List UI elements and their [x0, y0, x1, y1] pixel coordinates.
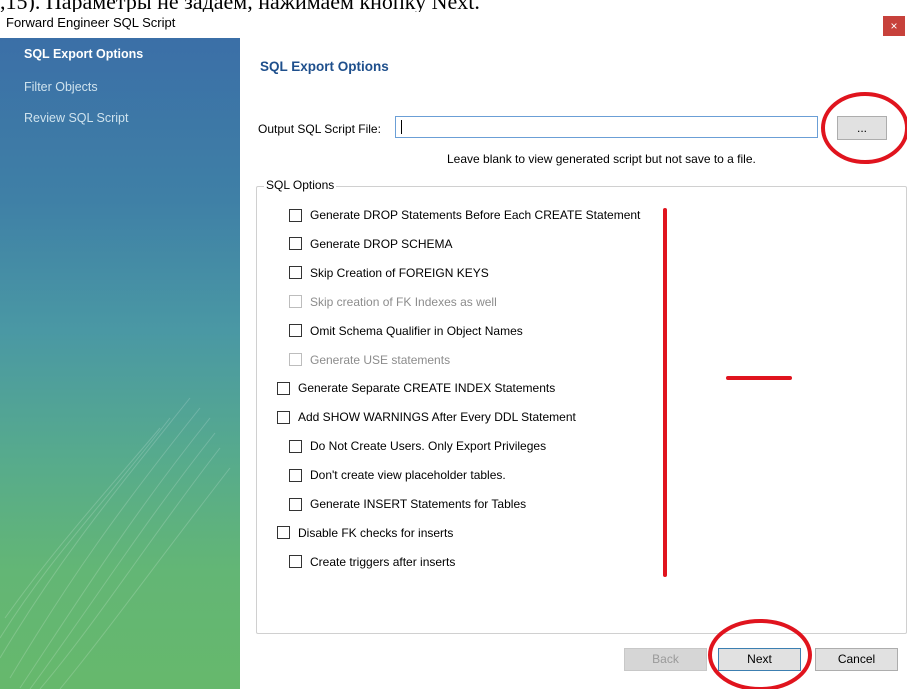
option-label: Omit Schema Qualifier in Object Names: [310, 323, 523, 338]
browse-button[interactable]: ...: [837, 116, 887, 140]
option-checkbox-row[interactable]: Generate DROP SCHEMA: [289, 237, 453, 251]
sql-options-legend: SQL Options: [264, 178, 337, 192]
option-label: Generate DROP SCHEMA: [310, 236, 453, 251]
checkbox: [289, 353, 302, 366]
option-checkbox-row[interactable]: Do Not Create Users. Only Export Privile…: [289, 439, 546, 453]
option-checkbox-row: Skip creation of FK Indexes as well: [289, 295, 497, 309]
option-checkbox-row: Generate USE statements: [289, 353, 450, 367]
window-titlebar: Forward Engineer SQL Script ×: [0, 12, 907, 38]
option-label: Create triggers after inserts: [310, 554, 456, 569]
option-label: Skip Creation of FOREIGN KEYS: [310, 265, 489, 280]
option-label: Add SHOW WARNINGS After Every DDL Statem…: [298, 410, 576, 425]
sidebar-item-sql-export-options[interactable]: SQL Export Options: [24, 47, 143, 61]
page-title: SQL Export Options: [260, 59, 389, 74]
close-icon: ×: [890, 19, 898, 33]
option-label: Generate INSERT Statements for Tables: [310, 497, 527, 511]
option-checkbox-row[interactable]: Add SHOW WARNINGS After Every DDL Statem…: [277, 410, 576, 424]
output-file-label: Output SQL Script File:: [258, 122, 381, 136]
option-checkbox-row[interactable]: Generate DROP Statements Before Each CRE…: [289, 208, 640, 222]
option-label: Disable FK checks for inserts: [298, 525, 454, 540]
checkbox[interactable]: [277, 381, 290, 395]
option-label: Generate USE statements: [310, 352, 451, 367]
back-button[interactable]: Back: [624, 648, 707, 671]
option-checkbox-row[interactable]: Omit Schema Qualifier in Object Names: [289, 324, 523, 338]
output-file-hint: Leave blank to view generated script but…: [447, 152, 756, 166]
sidebar-item-filter-objects[interactable]: Filter Objects: [24, 80, 98, 94]
checkbox[interactable]: [289, 497, 302, 511]
checkbox[interactable]: [289, 208, 302, 222]
option-checkbox-row[interactable]: Generate Separate CREATE INDEX Statement…: [277, 381, 555, 395]
option-checkbox-row[interactable]: Generate INSERT Statements for Tables: [289, 497, 526, 511]
sidebar-item-review-sql-script[interactable]: Review SQL Script: [24, 111, 128, 125]
window-title: Forward Engineer SQL Script: [6, 15, 176, 30]
option-checkbox-row[interactable]: Don't create view placeholder tables.: [289, 468, 506, 482]
option-checkbox-row[interactable]: Disable FK checks for inserts: [277, 526, 453, 540]
option-label: Do Not Create Users. Only Export Privile…: [310, 439, 547, 454]
close-button[interactable]: ×: [883, 16, 905, 36]
option-checkbox-row[interactable]: Create triggers after inserts: [289, 555, 455, 569]
option-label: Don't create view placeholder tables.: [310, 468, 506, 483]
checkbox[interactable]: [289, 237, 302, 251]
next-button[interactable]: Next: [718, 648, 801, 671]
wizard-sidebar: SQL Export Options Filter Objects Review S…: [0, 38, 240, 689]
output-file-input[interactable]: [395, 116, 818, 138]
main-panel: SQL Export Options Output SQL Script Fil…: [240, 38, 907, 689]
checkbox[interactable]: [289, 439, 302, 453]
sidebar-decoration: [0, 397, 231, 689]
option-label: Skip creation of FK Indexes as well: [310, 294, 497, 309]
option-label: Generate DROP Statements Before Each CRE…: [310, 208, 641, 222]
text-caret: [401, 120, 402, 134]
checkbox[interactable]: [277, 526, 290, 540]
cancel-button[interactable]: Cancel: [815, 648, 898, 671]
option-label: Generate Separate CREATE INDEX Statement…: [298, 381, 556, 396]
checkbox[interactable]: [289, 468, 302, 482]
checkbox[interactable]: [289, 324, 302, 338]
checkbox[interactable]: [277, 410, 290, 424]
checkbox[interactable]: [289, 555, 302, 569]
option-checkbox-row[interactable]: Skip Creation of FOREIGN KEYS: [289, 266, 489, 280]
checkbox: [289, 295, 302, 309]
checkbox[interactable]: [289, 266, 302, 280]
